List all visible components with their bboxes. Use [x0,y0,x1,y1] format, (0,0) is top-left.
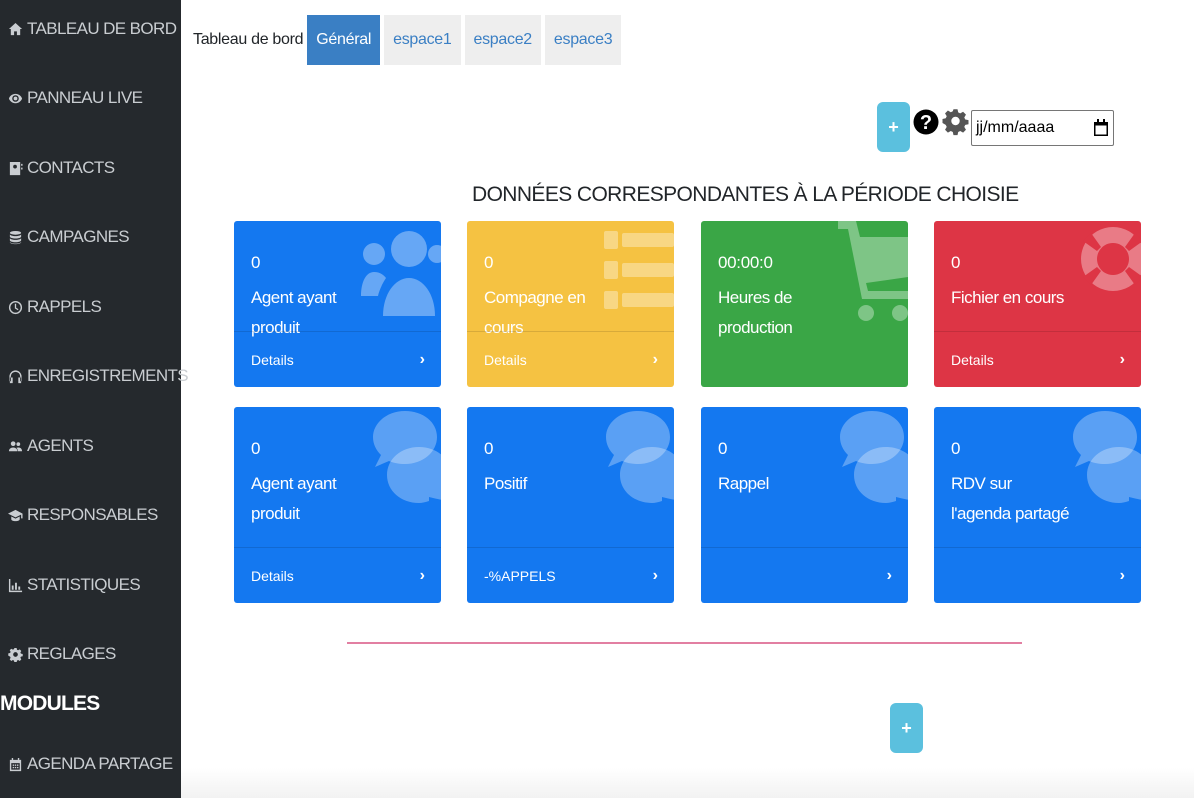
card-footer-text: Details [951,351,994,368]
card-label: Agent ayant produit [251,474,337,523]
card-details-link[interactable]: -%APPELS › [467,547,674,603]
modules-heading: MODULES [0,692,100,715]
card-value: 0 [484,253,494,272]
calendar-icon[interactable] [1093,119,1109,137]
clock-icon [8,300,23,314]
card-details-link[interactable]: Details › [934,331,1141,387]
database-icon [9,230,22,244]
tab-bar: Tableau de bord Général espace1 espace2 … [193,15,625,65]
sidebar: TABLEAU DE BORD PANNEAU LIVE CONTACTS CA… [0,0,189,798]
sidebar-item-label: STATISTIQUES [27,575,141,594]
sidebar-item-statistiques[interactable]: STATISTIQUES [8,575,141,595]
chevron-right-icon: › [419,350,425,368]
card-footer-text: Details [251,351,294,368]
chevron-right-icon: › [1119,350,1125,368]
card-footer [701,331,908,387]
stat-card-fichier-en-cours: 0 Fichier en cours Details › [934,221,1141,387]
card-value: 0 [951,253,961,272]
stat-card-agents-produit-2: 0 Agent ayant produit Details › [234,407,441,603]
card-footer-text: Details [484,351,527,368]
gear-icon [8,647,23,662]
sidebar-item-label: AGENDA PARTAGE [27,754,173,773]
sidebar-item-agents[interactable]: AGENTS [8,436,94,456]
sidebar-item-label: RAPPELS [27,297,102,316]
svg-text:?: ? [920,112,932,134]
chevron-right-icon: › [886,566,892,584]
sidebar-item-responsables[interactable]: RESPONSABLES [8,505,158,525]
card-value: 00:00:0 [718,253,773,272]
card-details-link[interactable]: Details › [467,331,674,387]
add-section-button[interactable]: + [890,703,923,753]
sidebar-item-label: TABLEAU DE BORD [27,19,177,38]
sidebar-item-label: CAMPAGNES [27,227,130,246]
chevron-right-icon: › [652,350,658,368]
card-value: 0 [484,439,494,458]
stat-card-positif: 0 Positif -%APPELS › [467,407,674,603]
home-icon [8,22,23,35]
chevron-right-icon: › [1119,566,1125,584]
card-value: 0 [718,439,728,458]
card-details-link[interactable]: Details › [234,547,441,603]
card-details-link[interactable]: Details › [234,331,441,387]
chevron-right-icon: › [419,566,425,584]
comments-icon [373,411,441,503]
graduation-cap-icon [8,509,23,521]
card-label: Rappel [718,474,769,493]
date-placeholder: jj/mm/aaaa [976,119,1055,136]
sidebar-item-label: CONTACTS [27,158,115,177]
tab-bar-title: Tableau de bord [193,31,304,48]
sidebar-item-panneau-live[interactable]: PANNEAU LIVE [8,88,143,108]
stat-card-agents-produit: 0 Agent ayant produit Details › [234,221,441,387]
address-book-icon [9,161,23,175]
card-value: 0 [251,439,261,458]
sidebar-item-label: PANNEAU LIVE [27,88,143,107]
date-input[interactable]: jj/mm/aaaa [971,110,1114,146]
stat-card-heures-production: 00:00:0 Heures de production [701,221,908,387]
sidebar-item-enregistrements[interactable]: ENREGISTREMENTS [8,366,189,386]
calendar-icon [9,757,22,771]
comments-icon [606,411,674,503]
card-footer-text: -%APPELS [484,567,556,584]
tab-espace2[interactable]: espace2 [464,15,541,65]
card-value: 0 [951,439,961,458]
stat-card-campagne-en-cours: 0 Compagne en cours Details › [467,221,674,387]
headphones-icon [9,369,22,383]
sidebar-item-tableau-de-bord[interactable]: TABLEAU DE BORD [8,19,177,39]
stat-card-rappel: 0 Rappel › [701,407,908,603]
tab-espace3[interactable]: espace3 [544,15,622,65]
add-widget-button[interactable]: + [877,102,910,152]
tab-espace1[interactable]: espace1 [384,15,461,65]
chevron-right-icon: › [652,566,658,584]
card-label: RDV sur l'agenda partagé [951,474,1070,523]
card-value: 0 [251,253,261,272]
card-details-link[interactable]: › [934,547,1141,603]
sidebar-item-agenda-partage[interactable]: AGENDA PARTAGE [8,754,173,774]
tab-general[interactable]: Général [307,15,381,65]
eye-icon [8,93,23,103]
sidebar-item-label: REGLAGES [27,644,116,663]
sidebar-item-label: ENREGISTREMENTS [27,366,189,385]
comments-icon [840,411,908,503]
chart-icon [8,578,23,592]
help-icon[interactable]: ? [913,106,939,138]
sidebar-item-label: AGENTS [27,436,94,455]
settings-gear-icon[interactable] [942,103,969,139]
sidebar-item-campagnes[interactable]: CAMPAGNES [8,227,130,247]
bottom-shadow [181,768,1194,798]
card-label: Fichier en cours [951,288,1064,307]
comments-icon [1073,411,1141,503]
section-title: DONNÉES CORRESPONDANTES À LA PÉRIODE CHO… [472,183,1019,206]
users-icon [8,440,23,451]
section-divider [347,642,1022,644]
sidebar-item-contacts[interactable]: CONTACTS [8,158,115,178]
sidebar-item-rappels[interactable]: RAPPELS [8,297,102,317]
card-label: Positif [484,474,527,493]
sidebar-item-reglages[interactable]: REGLAGES [8,644,116,664]
stat-card-rdv-agenda: 0 RDV sur l'agenda partagé › [934,407,1141,603]
card-details-link[interactable]: › [701,547,908,603]
card-footer-text: Details [251,567,294,584]
sidebar-item-label: RESPONSABLES [27,505,158,524]
life-ring-icon [1081,227,1141,291]
